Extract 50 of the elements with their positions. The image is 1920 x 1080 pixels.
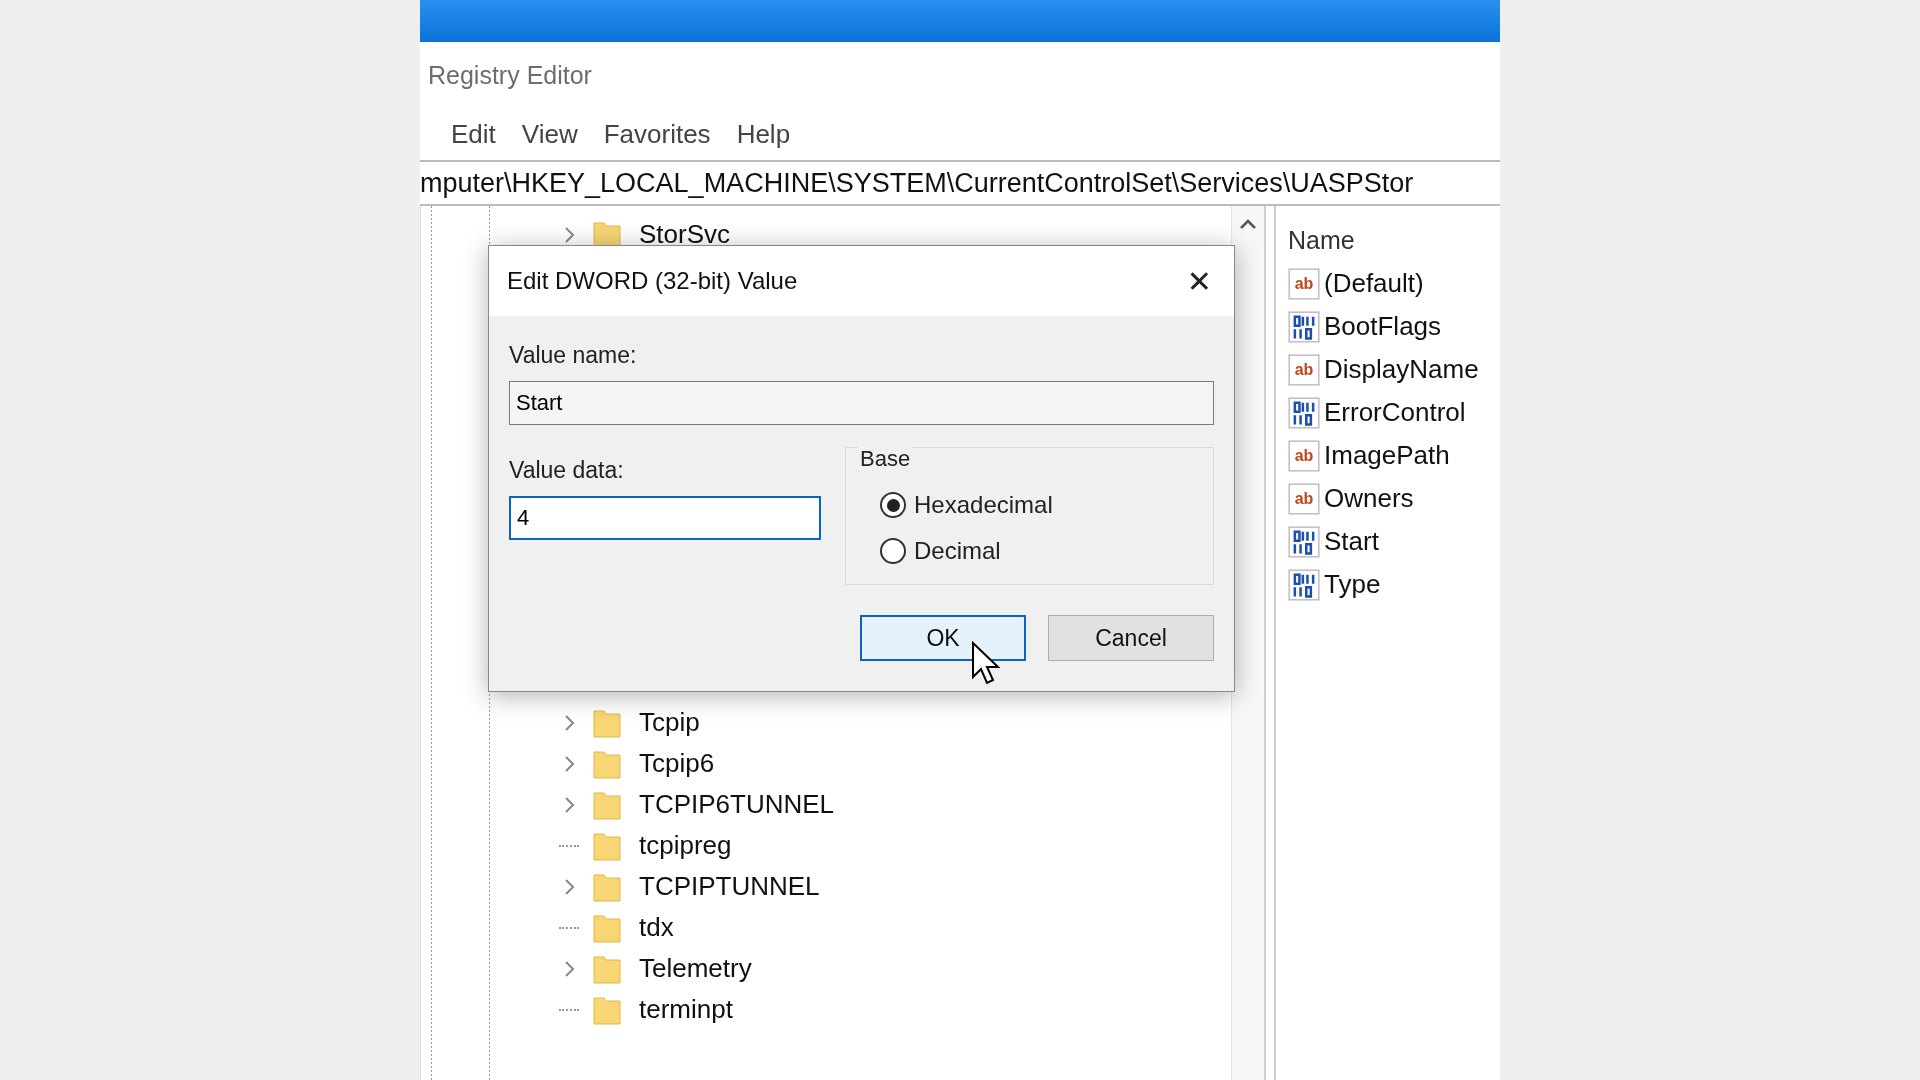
string-value-icon: ab [1288, 482, 1320, 515]
folder-icon [593, 830, 621, 861]
field-label: Value data: [509, 457, 625, 484]
column-header[interactable]: Name [1288, 225, 1355, 255]
menu-item[interactable]: Edit [451, 118, 496, 150]
tree-item[interactable]: TCPIPTUNNEL [639, 871, 820, 902]
tree-item[interactable]: tcpipreg [639, 830, 732, 861]
field-label: Value name: [509, 342, 638, 369]
dialog-button[interactable]: Cancel [1048, 615, 1214, 661]
tree-item[interactable]: tdx [639, 912, 674, 943]
value-name[interactable]: (Default) [1324, 268, 1424, 299]
string-value-icon: ab [1288, 353, 1320, 386]
value-data-field[interactable]: 4 [509, 496, 821, 540]
folder-icon [593, 707, 621, 738]
address-path[interactable]: mputer\HKEY_LOCAL_MACHINE\SYSTEM\CurrentControlSet\Services\UASPStor [420, 167, 1414, 199]
folder-icon [593, 871, 621, 902]
radio-icon[interactable] [880, 492, 906, 518]
menu-item[interactable]: View [521, 118, 578, 150]
value-name[interactable]: Type [1324, 569, 1381, 600]
folder-icon [593, 994, 621, 1025]
folder-icon [593, 748, 621, 779]
radio-option[interactable]: Hexadecimal [860, 482, 1053, 528]
value-name-field[interactable]: Start [509, 381, 1214, 425]
radio-icon[interactable] [880, 538, 906, 564]
window-title: Registry Editor [428, 60, 592, 90]
string-value-icon: ab [1288, 267, 1320, 300]
scrollbar[interactable] [1231, 206, 1264, 1080]
tree-item[interactable]: TCPIP6TUNNEL [639, 789, 835, 820]
value-name[interactable]: BootFlags [1324, 311, 1442, 342]
string-value-icon: ab [1288, 439, 1320, 472]
menu-item[interactable]: Favorites [603, 118, 711, 150]
value-name[interactable]: ImagePath [1324, 440, 1450, 471]
value-name[interactable]: Start [1324, 526, 1379, 557]
value-name[interactable]: Owners [1324, 483, 1414, 514]
menu-item[interactable]: Help [736, 118, 791, 150]
tree-item[interactable]: Telemetry [639, 953, 752, 984]
value-name[interactable]: ErrorControl [1324, 397, 1466, 428]
dialog-title: Edit DWORD (32-bit) Value [507, 267, 798, 295]
value-name[interactable]: DisplayName [1324, 354, 1479, 385]
folder-icon [593, 789, 621, 820]
folder-icon [593, 953, 621, 984]
radio-option[interactable]: Decimal [860, 528, 1001, 574]
folder-icon [593, 912, 621, 943]
close-button[interactable]: ✕ [1182, 263, 1216, 299]
pointer-cursor-icon [971, 641, 1001, 687]
tree-item[interactable]: Tcpip [639, 707, 700, 738]
dialog-button[interactable]: OK [860, 615, 1026, 661]
tree-item[interactable]: terminpt [639, 994, 733, 1025]
scroll-up-icon[interactable] [1239, 218, 1257, 230]
tree-item[interactable]: Tcpip6 [639, 748, 715, 779]
